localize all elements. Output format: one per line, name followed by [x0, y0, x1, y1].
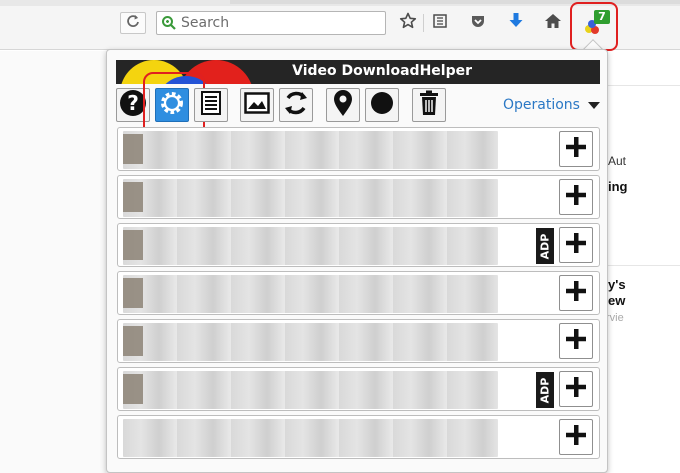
image-icon [244, 92, 270, 118]
clear-button[interactable] [412, 88, 446, 122]
downloads-button[interactable] [505, 12, 527, 34]
operations-menu[interactable]: Operations [503, 95, 600, 115]
media-item-row[interactable] [117, 175, 600, 219]
reading-list-button[interactable] [429, 12, 451, 34]
operations-label: Operations [503, 97, 580, 113]
media-item-row[interactable] [117, 415, 600, 459]
pocket-icon [470, 13, 486, 33]
media-item-details-blurred [123, 179, 498, 217]
home-icon [544, 13, 562, 33]
plus-icon [564, 231, 588, 259]
search-input[interactable] [181, 15, 381, 31]
plus-icon [564, 327, 588, 355]
home-button[interactable] [542, 12, 564, 34]
record-button[interactable] [365, 88, 399, 122]
media-item-row[interactable]: ADP [117, 223, 600, 267]
media-item-row[interactable] [117, 127, 600, 171]
svg-text:?: ? [127, 91, 139, 115]
toolbar-separator [423, 14, 424, 32]
adp-badge: ADP [536, 228, 554, 264]
plus-icon [564, 375, 588, 403]
background-snippet-2: ing [608, 179, 628, 194]
plus-icon [564, 183, 588, 211]
add-download-button[interactable] [559, 227, 593, 263]
image-button[interactable] [240, 88, 274, 122]
media-item-row[interactable] [117, 271, 600, 315]
media-item-details-blurred [123, 371, 498, 409]
browser-toolbar: 7 [0, 0, 680, 51]
media-thumbnail [123, 134, 143, 164]
record-dot-icon [370, 91, 394, 119]
media-thumbnail [123, 182, 143, 212]
bookmark-button[interactable] [397, 12, 419, 34]
location-pin-icon [332, 89, 354, 121]
background-left-strip [0, 51, 106, 473]
trash-icon [418, 90, 440, 120]
search-field[interactable] [156, 11, 386, 35]
media-thumbnail [123, 326, 143, 356]
convert-button[interactable] [279, 88, 313, 122]
add-download-button[interactable] [559, 323, 593, 359]
media-item-row[interactable] [117, 319, 600, 363]
media-item-details-blurred [123, 419, 498, 457]
adp-badge: ADP [536, 372, 554, 408]
add-download-button[interactable] [559, 131, 593, 167]
media-thumbnail [123, 278, 143, 308]
media-item-details-blurred [123, 275, 498, 313]
convert-recycle-icon [282, 89, 310, 121]
log-list-icon [200, 90, 222, 120]
log-button[interactable] [194, 88, 228, 122]
background-snippet-3: y's [608, 277, 626, 292]
downloadhelper-panel: Video DownloadHelper ? Operations ADP AD… [106, 49, 608, 473]
extension-badge: 7 [594, 10, 610, 24]
search-engine-icon [161, 15, 177, 31]
reader-list-icon [432, 13, 448, 33]
add-download-button[interactable] [559, 179, 593, 215]
adp-label: ADP [538, 233, 552, 259]
downloads-arrow-icon [508, 12, 524, 34]
add-download-button[interactable] [559, 275, 593, 311]
location-button[interactable] [326, 88, 360, 122]
adp-label: ADP [538, 377, 552, 403]
bookmark-star-icon [399, 12, 417, 34]
media-item-details-blurred [123, 227, 498, 265]
plus-icon [564, 135, 588, 163]
reload-button[interactable] [120, 12, 146, 34]
media-item-row[interactable]: ADP [117, 367, 600, 411]
plus-icon [564, 279, 588, 307]
background-snippet-4: ew [608, 293, 626, 308]
background-snippet-5: rvie [606, 312, 624, 324]
add-download-button[interactable] [559, 371, 593, 407]
reload-icon [126, 14, 140, 32]
panel-title: Video DownloadHelper [292, 63, 472, 79]
background-divider [600, 265, 680, 266]
background-divider [600, 85, 680, 86]
chevron-down-icon [587, 101, 600, 109]
browser-window: Aut ing y's ew rvie Search 7 Video Downl… [0, 0, 680, 473]
media-thumbnail [123, 230, 143, 260]
background-snippet-1: Aut [608, 154, 627, 168]
add-download-button[interactable] [559, 419, 593, 455]
plus-icon [564, 423, 588, 451]
pocket-button[interactable] [467, 12, 489, 34]
media-item-details-blurred [123, 323, 498, 361]
media-thumbnail [123, 374, 143, 404]
media-item-details-blurred [123, 131, 498, 169]
